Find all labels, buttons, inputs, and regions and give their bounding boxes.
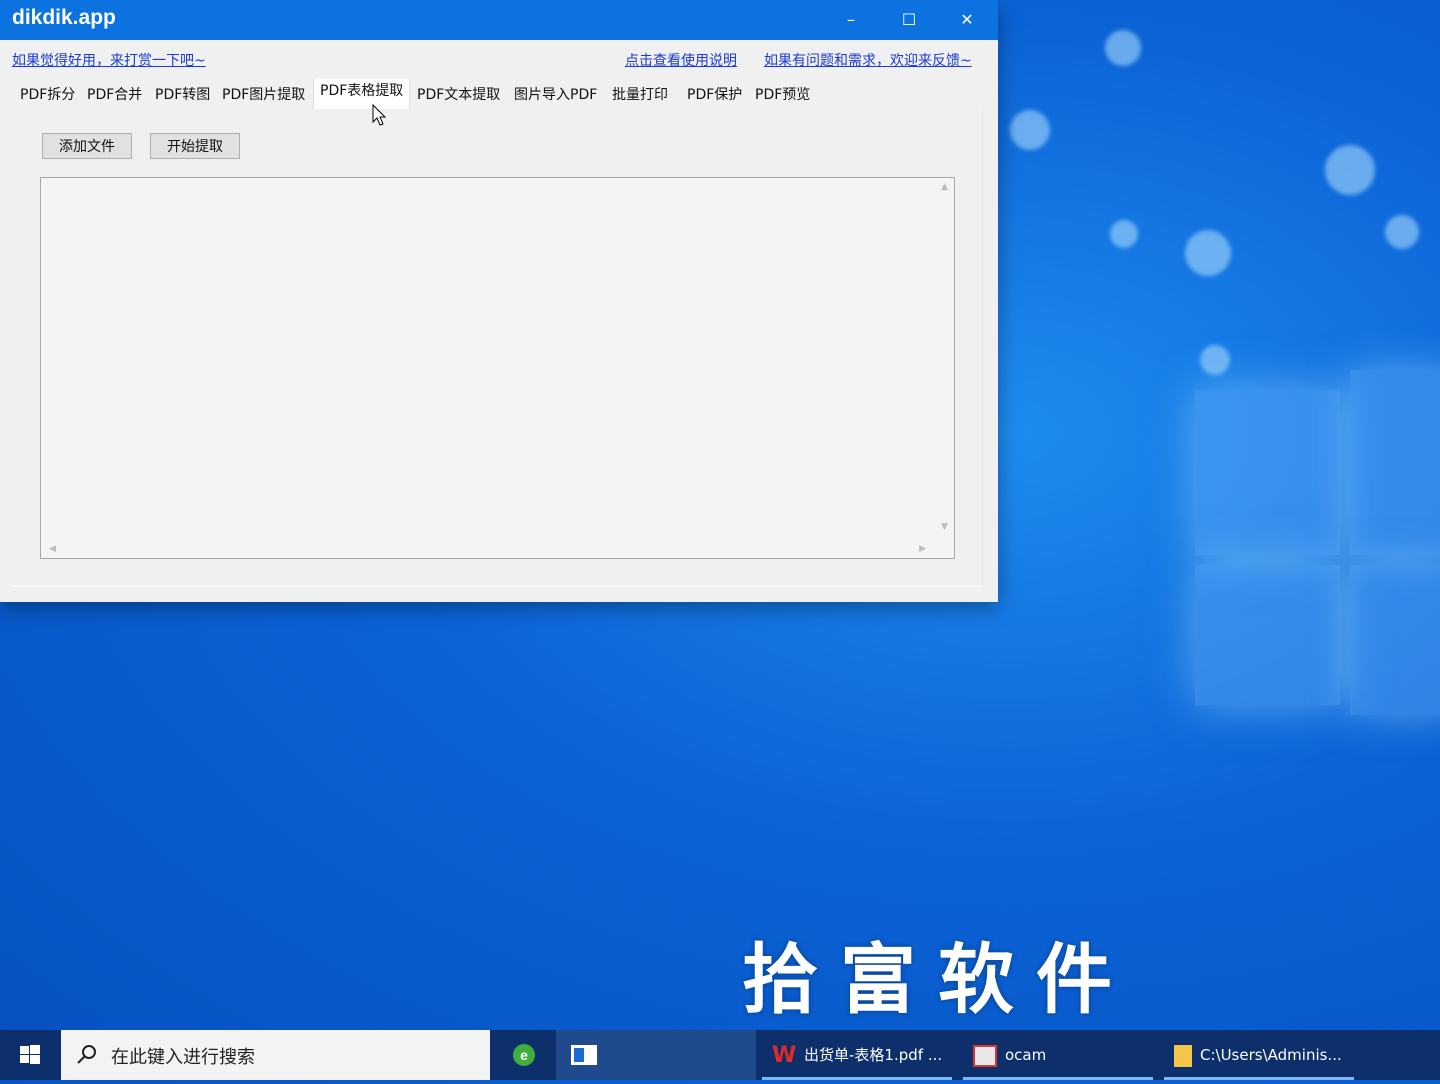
scroll-up-arrow-icon[interactable]: ▲ [941, 182, 948, 192]
maximize-button[interactable]: ☐ [880, 0, 938, 40]
window-title: dikdik.app [12, 6, 116, 29]
app-window-taskbar-button[interactable] [556, 1030, 756, 1080]
start-extract-button[interactable]: 开始提取 [150, 133, 240, 159]
taskbar-item-explorer[interactable]: C:\Users\Adminis... [1164, 1030, 1354, 1080]
add-file-button[interactable]: 添加文件 [42, 133, 132, 159]
mouse-pointer-icon [372, 104, 387, 126]
scroll-right-arrow-icon[interactable]: ▶ [919, 544, 926, 554]
feedback-link[interactable]: 如果有问题和需求，欢迎来反馈~ [764, 50, 972, 70]
tab-pdf-preview[interactable]: PDF预览 [749, 82, 816, 108]
tab-pdf-image-extract[interactable]: PDF图片提取 [216, 82, 311, 108]
donate-link[interactable]: 如果觉得好用，来打赏一下吧~ [12, 50, 206, 70]
file-list[interactable]: ▲ ▼ ◀ ▶ [40, 177, 955, 559]
svg-text:e: e [520, 1047, 528, 1063]
scroll-left-arrow-icon[interactable]: ◀ [49, 544, 56, 554]
app-window: dikdik.app – ☐ ✕ 如果觉得好用，来打赏一下吧~ 点击查看使用说明… [0, 0, 998, 602]
scroll-down-arrow-icon[interactable]: ▼ [941, 522, 948, 532]
tab-pdf-split[interactable]: PDF拆分 [14, 82, 81, 108]
ie-browser-button[interactable]: e [496, 1030, 552, 1080]
ocam-icon [973, 1044, 997, 1067]
taskbar-item-label: C:\Users\Adminis... [1200, 1046, 1342, 1064]
taskbar-item-label: 出货单-表格1.pdf ... [804, 1046, 943, 1064]
title-bar[interactable]: dikdik.app – ☐ ✕ [0, 0, 998, 40]
minimize-button[interactable]: – [822, 0, 880, 40]
bokeh-light [1105, 30, 1141, 66]
tab-pdf-merge[interactable]: PDF合并 [81, 82, 148, 108]
taskbar-item-wps-pdf[interactable]: W 出货单-表格1.pdf ... [762, 1030, 952, 1080]
search-icon [77, 1045, 96, 1064]
tab-pdf-text-extract[interactable]: PDF文本提取 [411, 82, 506, 108]
windows-start-icon [20, 1045, 40, 1064]
bokeh-light [1110, 220, 1138, 248]
windows-logo-graphic [1195, 360, 1440, 740]
app-window-icon [571, 1045, 597, 1065]
close-button[interactable]: ✕ [938, 0, 996, 40]
tab-pdf-table-extract[interactable]: PDF表格提取 [313, 79, 411, 109]
bokeh-light [1325, 145, 1375, 195]
taskbar-search-box[interactable]: 在此键入进行搜索 [61, 1030, 490, 1080]
wps-icon: W [772, 1042, 797, 1068]
bokeh-light [1385, 215, 1419, 249]
ie-icon: e [513, 1044, 535, 1066]
tab-image-to-pdf[interactable]: 图片导入PDF [508, 82, 603, 108]
tab-pdf-protect[interactable]: PDF保护 [681, 82, 748, 108]
folder-icon [1174, 1044, 1192, 1067]
search-placeholder: 在此键入进行搜索 [111, 1047, 255, 1068]
help-link[interactable]: 点击查看使用说明 [625, 50, 737, 70]
bokeh-light [1010, 110, 1050, 150]
taskbar-item-ocam[interactable]: ocam [963, 1030, 1153, 1080]
watermark-text: 拾富软件 [742, 935, 1134, 1024]
tab-pdf-to-image[interactable]: PDF转图 [149, 82, 216, 108]
bokeh-light [1185, 230, 1231, 276]
taskbar-item-label: ocam [1005, 1046, 1047, 1064]
start-button[interactable] [0, 1030, 60, 1080]
taskbar: 在此键入进行搜索 e W 出货单-表格1.pdf ... ocam C:\User… [0, 1030, 1440, 1080]
tab-batch-print[interactable]: 批量打印 [606, 82, 674, 108]
